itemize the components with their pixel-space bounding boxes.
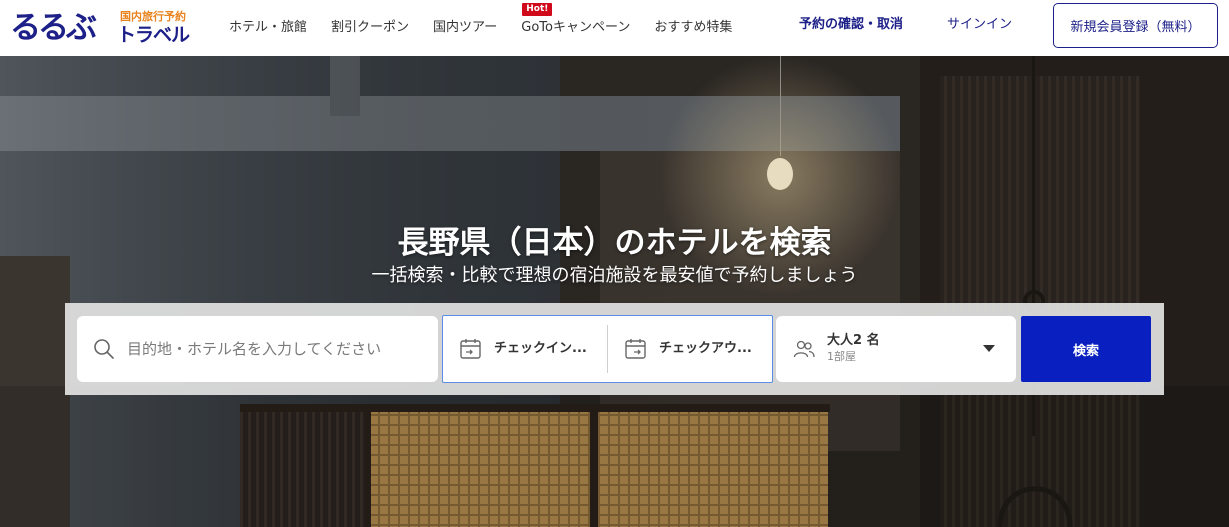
register-button[interactable]: 新規会員登録（無料） [1053, 3, 1218, 48]
logo-sub-text: 国内旅行予約 [120, 10, 186, 23]
hero-title: 長野県（日本）のホテルを検索 [397, 225, 832, 261]
logo-travel-text: トラベル [117, 24, 190, 46]
guests-label: 大人2 名 [827, 333, 880, 348]
destination-field[interactable] [77, 316, 438, 382]
nav-item-domestic-tours[interactable]: 国内ツアー [433, 20, 497, 36]
destination-input[interactable] [127, 334, 427, 364]
hero-subtitle: 一括検索・比較で理想の宿泊施設を最安値で予約しましょう [371, 265, 858, 286]
nav-item-goto-campaign[interactable]: Hot! GoToキャンペーン [521, 3, 631, 36]
date-range-field: チェックイン... チェックアウ... [442, 315, 773, 383]
rooms-label: 1部屋 [827, 350, 856, 363]
search-icon [94, 339, 114, 359]
calendar-checkout-icon [625, 339, 646, 359]
rurubu-travel-logo[interactable]: るるぶ 国内旅行予約 トラベル [10, 8, 195, 48]
signin-link[interactable]: サインイン [947, 17, 1012, 33]
calendar-checkin-icon [460, 339, 481, 359]
logo-main-text: るるぶ [10, 10, 97, 46]
search-button[interactable]: 検索 [1021, 316, 1151, 382]
hero-background-image [0, 56, 1229, 527]
nav-item-hotels[interactable]: ホテル・旅館 [229, 20, 307, 36]
reservation-confirm-link[interactable]: 予約の確認・取消 [799, 17, 903, 33]
people-icon [793, 340, 815, 358]
nav-item-featured[interactable]: おすすめ特集 [654, 20, 732, 36]
hero-section: 長野県（日本）のホテルを検索 一括検索・比較で理想の宿泊施設を最安値で予約しまし… [0, 56, 1229, 527]
checkout-label: チェックアウ... [659, 341, 752, 356]
nav-item-goto-label: GoToキャンペーン [521, 20, 631, 35]
search-panel: チェックイン... チェックアウ... [65, 303, 1164, 395]
guests-rooms-selector[interactable]: 大人2 名 1部屋 [776, 316, 1016, 382]
hot-badge: Hot! [522, 3, 553, 16]
checkout-field[interactable]: チェックアウ... [608, 316, 772, 382]
nav-item-coupons[interactable]: 割引クーポン [331, 20, 409, 36]
main-nav: ホテル・旅館 割引クーポン 国内ツアー Hot! GoToキャンペーン おすすめ… [229, 0, 756, 56]
checkin-label: チェックイン... [494, 341, 587, 356]
caret-down-icon [983, 345, 995, 352]
site-header: るるぶ 国内旅行予約 トラベル ホテル・旅館 割引クーポン 国内ツアー Hot!… [0, 0, 1229, 56]
checkin-field[interactable]: チェックイン... [443, 316, 607, 382]
